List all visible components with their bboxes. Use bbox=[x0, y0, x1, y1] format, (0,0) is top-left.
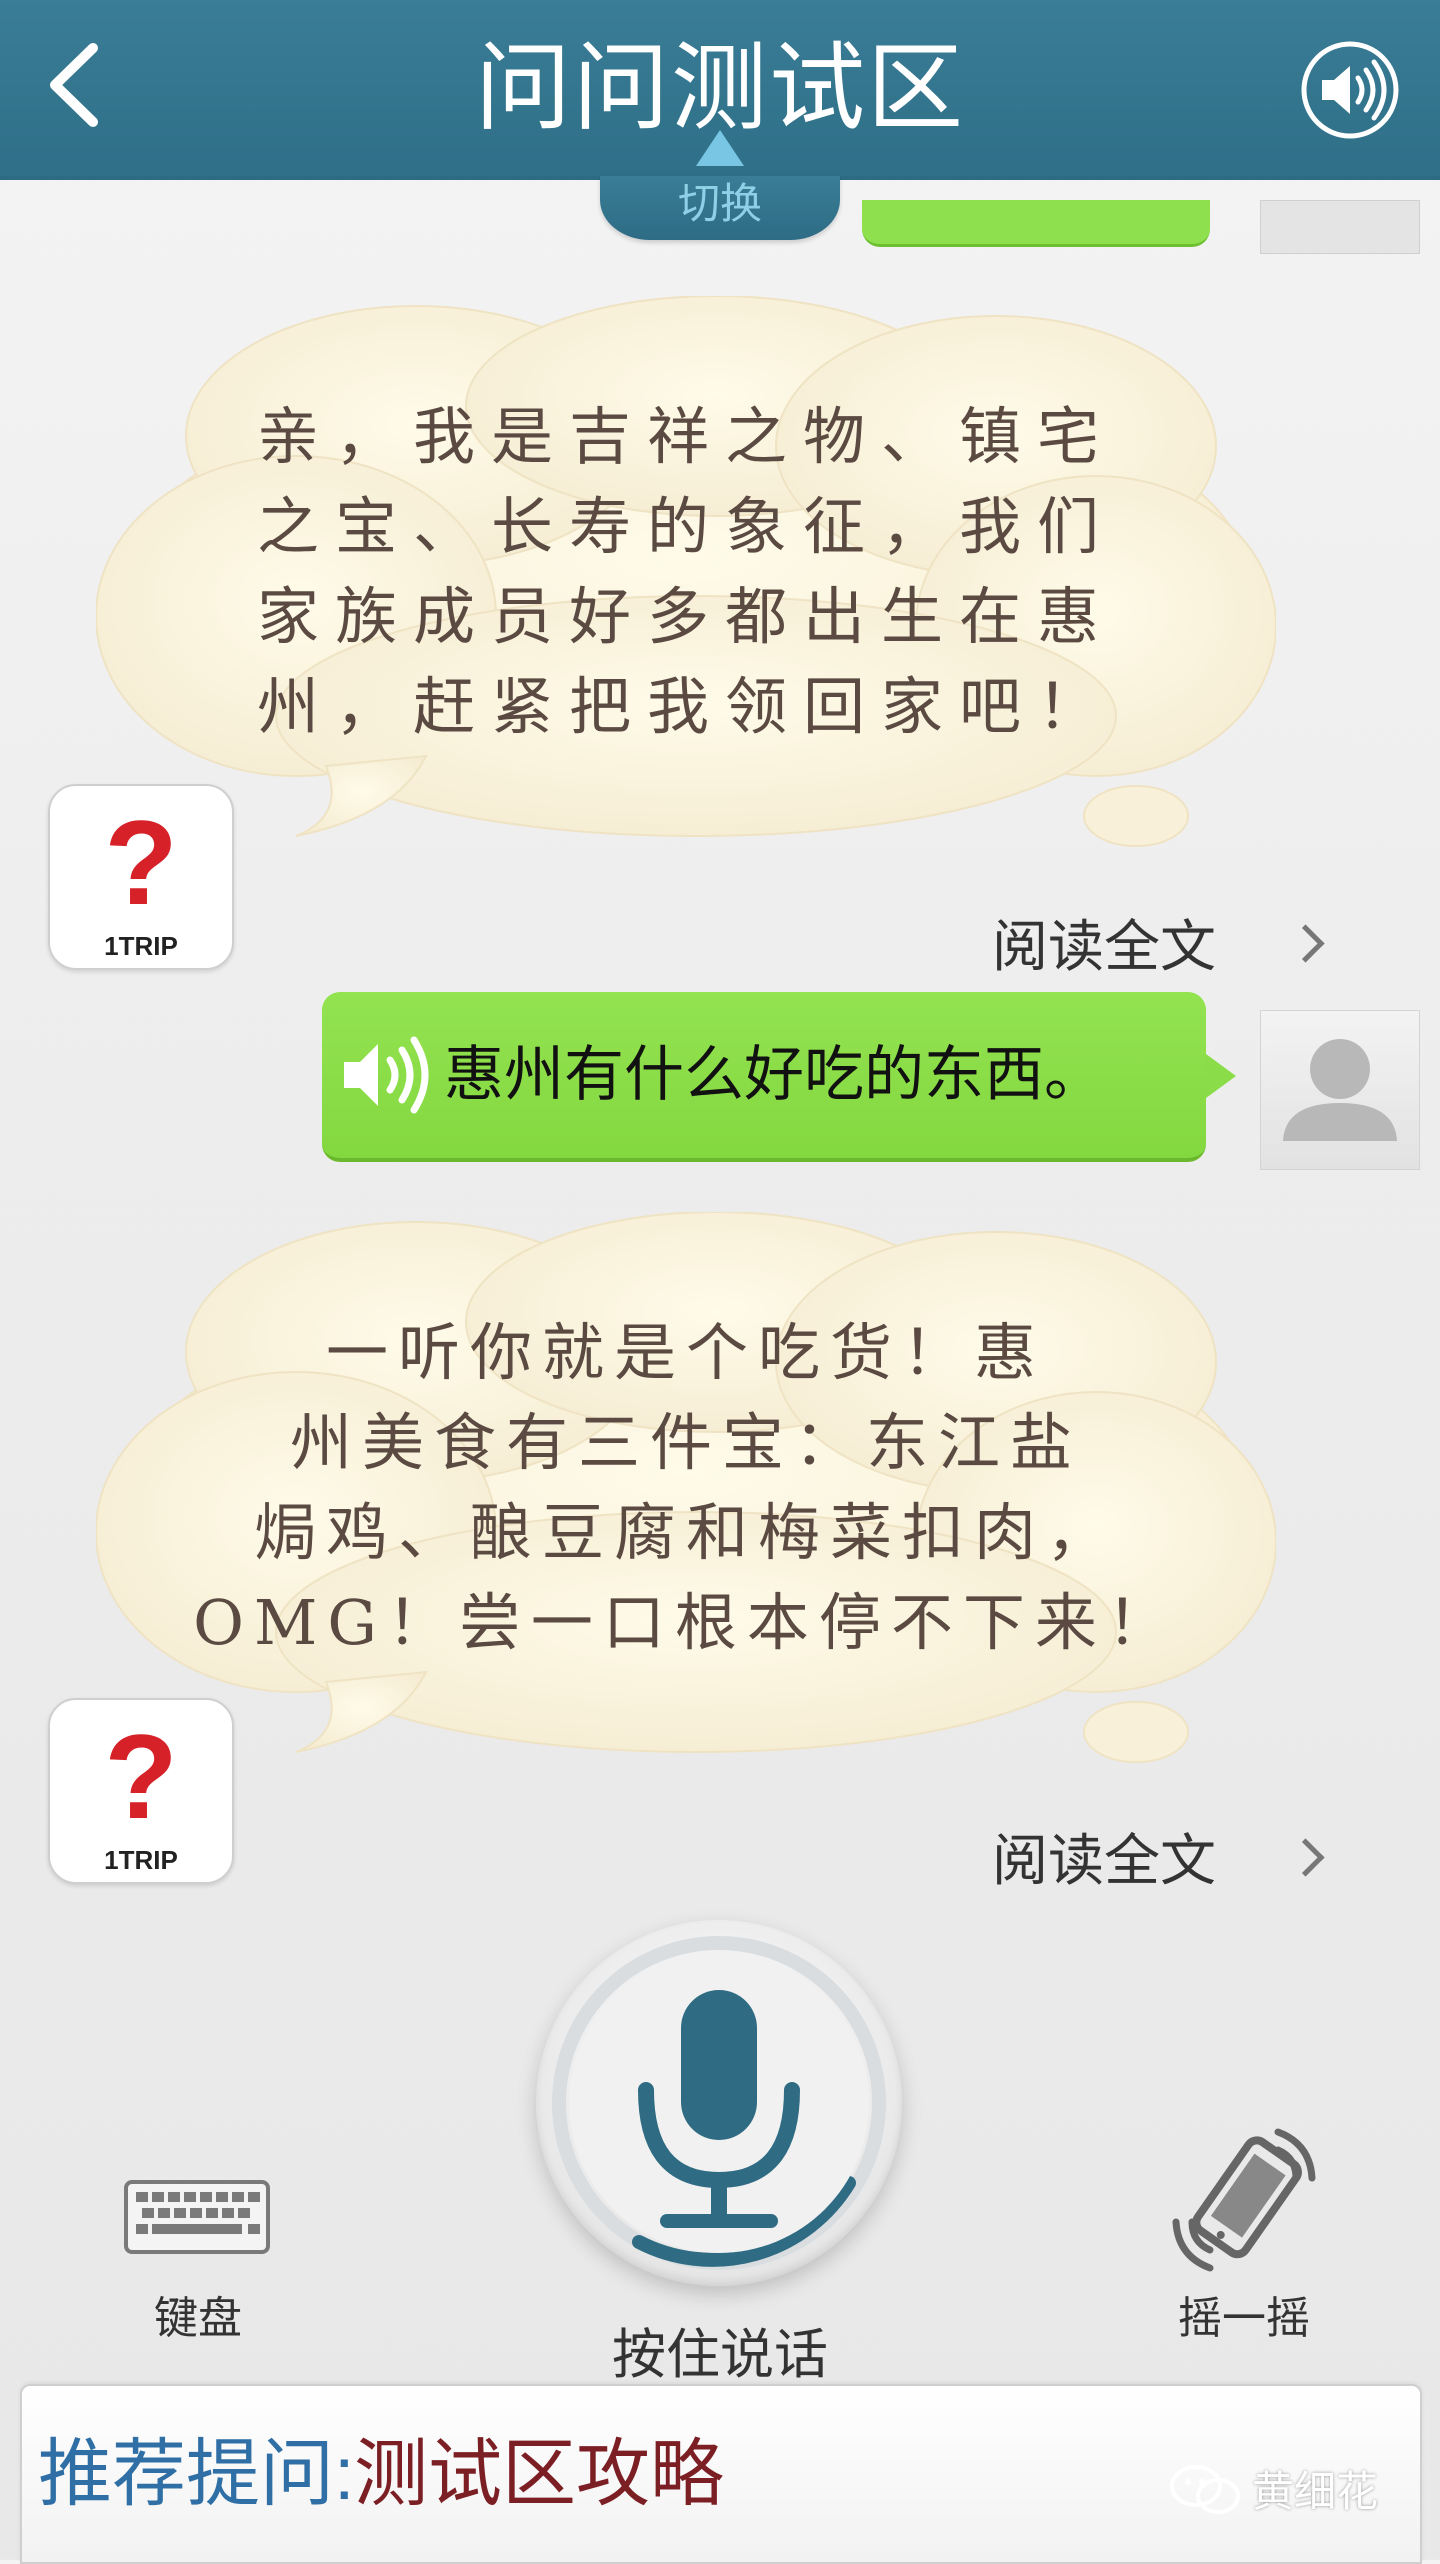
bot-message-line: 亲，我是吉祥之物、镇宅 bbox=[256, 400, 1115, 473]
shake-label: 摇一摇 bbox=[1178, 2294, 1310, 2343]
switch-tab[interactable]: 切换 bbox=[600, 176, 840, 240]
bot-avatar[interactable]: ? 1TRIP bbox=[48, 784, 234, 970]
read-more-link[interactable]: 阅读全文 bbox=[992, 1816, 1216, 1897]
bot-message-cloud: 亲，我是吉祥之物、镇宅 之宝、长寿的象征，我们 家族成员好多都出生在惠 州，赶紧… bbox=[96, 296, 1276, 856]
switch-label: 切换 bbox=[677, 179, 762, 228]
shake-phone-icon bbox=[1172, 2128, 1316, 2272]
chevron-right-icon bbox=[1286, 1838, 1325, 1877]
bot-message-text: 亲，我是吉祥之物、镇宅 之宝、长寿的象征，我们 家族成员好多都出生在惠 州，赶紧… bbox=[246, 392, 1126, 752]
voice-playback-icon bbox=[344, 1036, 429, 1114]
bot-message-line: 一听你就是个吃货！惠 bbox=[325, 1316, 1046, 1389]
previous-user-message bbox=[862, 200, 1210, 247]
bot-message-line: 之宝、长寿的象征，我们 bbox=[256, 490, 1115, 563]
suggested-question-link[interactable]: 测试区攻略 bbox=[354, 2386, 724, 2562]
sound-toggle-button[interactable] bbox=[1300, 40, 1400, 140]
switch-up-arrow-icon bbox=[696, 130, 744, 166]
shake-button[interactable] bbox=[1160, 2120, 1328, 2280]
bot-message-line: 家族成员好多都出生在惠 bbox=[256, 580, 1115, 653]
hold-to-talk-label: 按住说话 bbox=[612, 2325, 828, 2385]
bot-message-line: 焗鸡、酿豆腐和梅菜扣肉， bbox=[253, 1496, 1118, 1569]
suggestion-label: 推荐提问: bbox=[38, 2432, 355, 2515]
bot-brand-label: 1TRIP bbox=[104, 931, 178, 961]
wechat-icon bbox=[1170, 2465, 1240, 2514]
person-icon bbox=[1283, 1039, 1397, 1141]
read-more-link[interactable]: 阅读全文 bbox=[992, 902, 1216, 983]
back-chevron-icon bbox=[50, 43, 98, 127]
microphone-icon bbox=[552, 1936, 886, 2270]
question-mark-icon: ? bbox=[104, 1710, 178, 1844]
bot-message-line: 州，赶紧把我领回家吧！ bbox=[256, 670, 1115, 743]
bot-message-line: OMG！尝一口根本停不下来！ bbox=[193, 1586, 1179, 1659]
user-message-bubble[interactable]: 惠州有什么好吃的东西。 bbox=[322, 992, 1206, 1162]
bot-brand-label: 1TRIP bbox=[104, 1845, 178, 1875]
back-button[interactable] bbox=[30, 40, 120, 130]
read-more-label: 阅读全文 bbox=[992, 1829, 1216, 1892]
keyboard-icon bbox=[124, 2180, 270, 2254]
speaker-icon bbox=[1301, 41, 1399, 139]
bot-avatar[interactable]: ? 1TRIP bbox=[48, 1698, 234, 1884]
keyboard-label: 键盘 bbox=[154, 2294, 242, 2343]
watermark-text: 黄细花 bbox=[1252, 2468, 1379, 2515]
chevron-right-icon bbox=[1286, 924, 1325, 963]
bot-message-line: 州美食有三件宝：东江盐 bbox=[289, 1406, 1082, 1479]
user-avatar[interactable] bbox=[1260, 1010, 1420, 1170]
previous-user-avatar bbox=[1260, 200, 1420, 254]
bot-message-text: 一听你就是个吃货！惠 州美食有三件宝：东江盐 焗鸡、酿豆腐和梅菜扣肉， OMG！… bbox=[166, 1308, 1206, 1668]
user-message-text: 惠州有什么好吃的东西。 bbox=[444, 1041, 1104, 1108]
bot-message-cloud: 一听你就是个吃货！惠 州美食有三件宝：东江盐 焗鸡、酿豆腐和梅菜扣肉， OMG！… bbox=[96, 1212, 1276, 1772]
read-more-label: 阅读全文 bbox=[992, 915, 1216, 978]
user-message-tail bbox=[1206, 1054, 1236, 1098]
question-mark-icon: ? bbox=[104, 796, 178, 930]
